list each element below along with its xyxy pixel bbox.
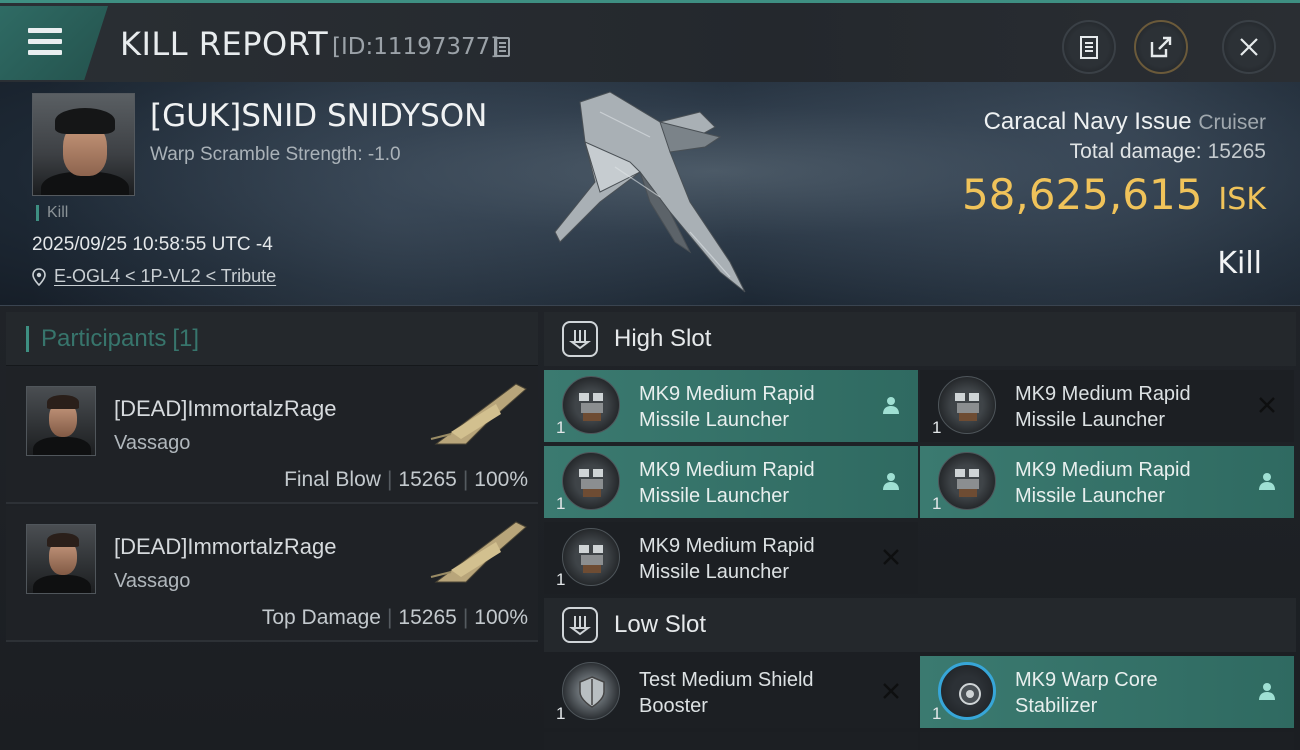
module-item[interactable]: 1 MK9 Medium Rapid Missile Launcher	[544, 446, 918, 518]
victim-name[interactable]: [GUK]SNID SNIDYSON	[150, 98, 487, 134]
high-slot-label: High Slot	[614, 325, 712, 352]
kill-report-window: KILL REPORT [ID:11197377] [GUK]SNID SNID…	[0, 0, 1300, 750]
module-name: MK9 Medium Rapid Missile Launcher	[1015, 383, 1191, 431]
location-link[interactable]: E-OGL4 < 1P-VL2 < Tribute	[54, 266, 276, 287]
participant-row[interactable]: [DEAD]ImmortalzRage Vassago Final Blow | 1…	[6, 368, 538, 504]
module-item-partial	[920, 732, 1294, 750]
low-slot-header: Low Slot	[544, 598, 1296, 652]
participants-label: Participants	[41, 324, 167, 352]
hamburger-menu-icon	[28, 28, 62, 56]
missile-launcher-icon	[562, 528, 620, 586]
module-item[interactable]: 1 MK9 Medium Rapid Missile Launcher	[920, 446, 1294, 518]
victim-ship-name[interactable]: Caracal Navy Issue Cruiser	[984, 108, 1266, 136]
isk-value-row: 58,625,615 ISK	[962, 170, 1266, 219]
module-item[interactable]: 1 MK9 Medium Rapid Missile Launcher	[920, 370, 1294, 442]
kill-tag: Kill	[36, 205, 68, 221]
module-item[interactable]: 1 Test Medium Shield Booster	[544, 656, 918, 728]
module-quantity: 1	[932, 704, 942, 723]
share-icon	[1150, 36, 1172, 58]
participant-avatar	[26, 386, 96, 456]
module-quantity: 1	[556, 570, 566, 589]
close-icon	[1240, 38, 1258, 56]
participant-stats: Top Damage | 15265 | 100%	[261, 606, 528, 629]
victim-summary-panel: [GUK]SNID SNIDYSON Warp Scramble Strengt…	[0, 82, 1300, 306]
low-slot-grid: 1 Test Medium Shield Booster 1 MK9 Warp …	[544, 656, 1300, 750]
close-button[interactable]	[1222, 20, 1276, 74]
dropped-person-icon	[883, 397, 899, 414]
location-pin-icon	[32, 267, 46, 286]
page-title: KILL REPORT	[120, 25, 329, 63]
high-slot-icon	[562, 321, 598, 357]
module-quantity: 1	[932, 418, 942, 437]
module-quantity: 1	[556, 494, 566, 513]
kill-location[interactable]: E-OGL4 < 1P-VL2 < Tribute	[32, 266, 276, 287]
shield-booster-icon	[562, 662, 620, 720]
participant-avatar	[26, 524, 96, 594]
module-quantity: 1	[556, 704, 566, 723]
missile-launcher-icon	[938, 452, 996, 510]
clipboard-button[interactable]	[1062, 20, 1116, 74]
participant-row[interactable]: [DEAD]ImmortalzRage Vassago Top Damage | 1…	[6, 506, 538, 642]
total-damage: Total damage: 15265	[1069, 140, 1266, 163]
module-name: MK9 Medium Rapid Missile Launcher	[639, 535, 815, 583]
destroyed-x-icon	[883, 683, 899, 699]
dropped-person-icon	[1259, 473, 1275, 490]
participants-header: Participants [1]	[6, 312, 538, 366]
module-item[interactable]: 1 MK9 Warp Core Stabilizer	[920, 656, 1294, 728]
module-name: Test Medium Shield Booster	[639, 669, 814, 717]
participant-ship: Vassago	[114, 432, 191, 454]
participant-name: [DEAD]ImmortalzRage	[114, 534, 337, 559]
participants-panel: Participants [1] [DEAD]ImmortalzRage Vas…	[6, 312, 538, 750]
module-item-partial	[544, 732, 918, 750]
fitting-panel: High Slot 1 MK9 Medium Rapid Missile Lau…	[544, 312, 1300, 750]
warp-scramble-strength: Warp Scramble Strength: -1.0	[150, 144, 401, 165]
participant-ship: Vassago	[114, 570, 191, 592]
module-name: MK9 Medium Rapid Missile Launcher	[639, 459, 815, 507]
destroyed-x-icon	[883, 549, 899, 565]
low-slot-icon	[562, 607, 598, 643]
module-item[interactable]: 1 MK9 Medium Rapid Missile Launcher	[544, 522, 918, 594]
report-id: [ID:11197377]	[332, 34, 500, 60]
participant-name: [DEAD]ImmortalzRage	[114, 396, 337, 421]
module-name: MK9 Medium Rapid Missile Launcher	[1015, 459, 1191, 507]
module-name: MK9 Warp Core Stabilizer	[1015, 669, 1158, 717]
missile-launcher-icon	[562, 376, 620, 434]
destroyed-x-icon	[1259, 397, 1275, 413]
result-label: Kill	[1217, 246, 1262, 281]
copy-icon[interactable]	[494, 37, 510, 57]
participant-ship-image	[430, 521, 527, 583]
victim-portrait[interactable]	[32, 93, 135, 196]
participant-stats: Final Blow | 15265 | 100%	[284, 468, 528, 491]
missile-launcher-icon	[938, 376, 996, 434]
module-quantity: 1	[932, 494, 942, 513]
warp-core-stabilizer-icon	[938, 662, 996, 720]
clipboard-icon	[1080, 36, 1098, 59]
participant-ship-image	[430, 383, 527, 445]
participants-count: [1]	[172, 324, 200, 352]
missile-launcher-icon	[562, 452, 620, 510]
dropped-person-icon	[883, 473, 899, 490]
low-slot-label: Low Slot	[614, 611, 707, 638]
module-item[interactable]: 1 MK9 Medium Rapid Missile Launcher	[544, 370, 918, 442]
empty-cell	[920, 522, 1294, 594]
module-name: MK9 Medium Rapid Missile Launcher	[639, 383, 815, 431]
menu-button[interactable]	[0, 6, 108, 80]
high-slot-grid: 1 MK9 Medium Rapid Missile Launcher 1 MK…	[544, 370, 1300, 594]
kill-datetime: 2025/09/25 10:58:55 UTC -4	[32, 234, 273, 255]
isk-value: 58,625,615	[961, 170, 1203, 219]
high-slot-header: High Slot	[544, 312, 1296, 366]
isk-unit: ISK	[1218, 182, 1266, 217]
module-quantity: 1	[556, 418, 566, 437]
dropped-person-icon	[1259, 683, 1275, 700]
ship-class: Cruiser	[1198, 111, 1266, 134]
share-button[interactable]	[1134, 20, 1188, 74]
header-bar: KILL REPORT [ID:11197377]	[0, 0, 1300, 82]
ship-render-image	[554, 91, 746, 293]
